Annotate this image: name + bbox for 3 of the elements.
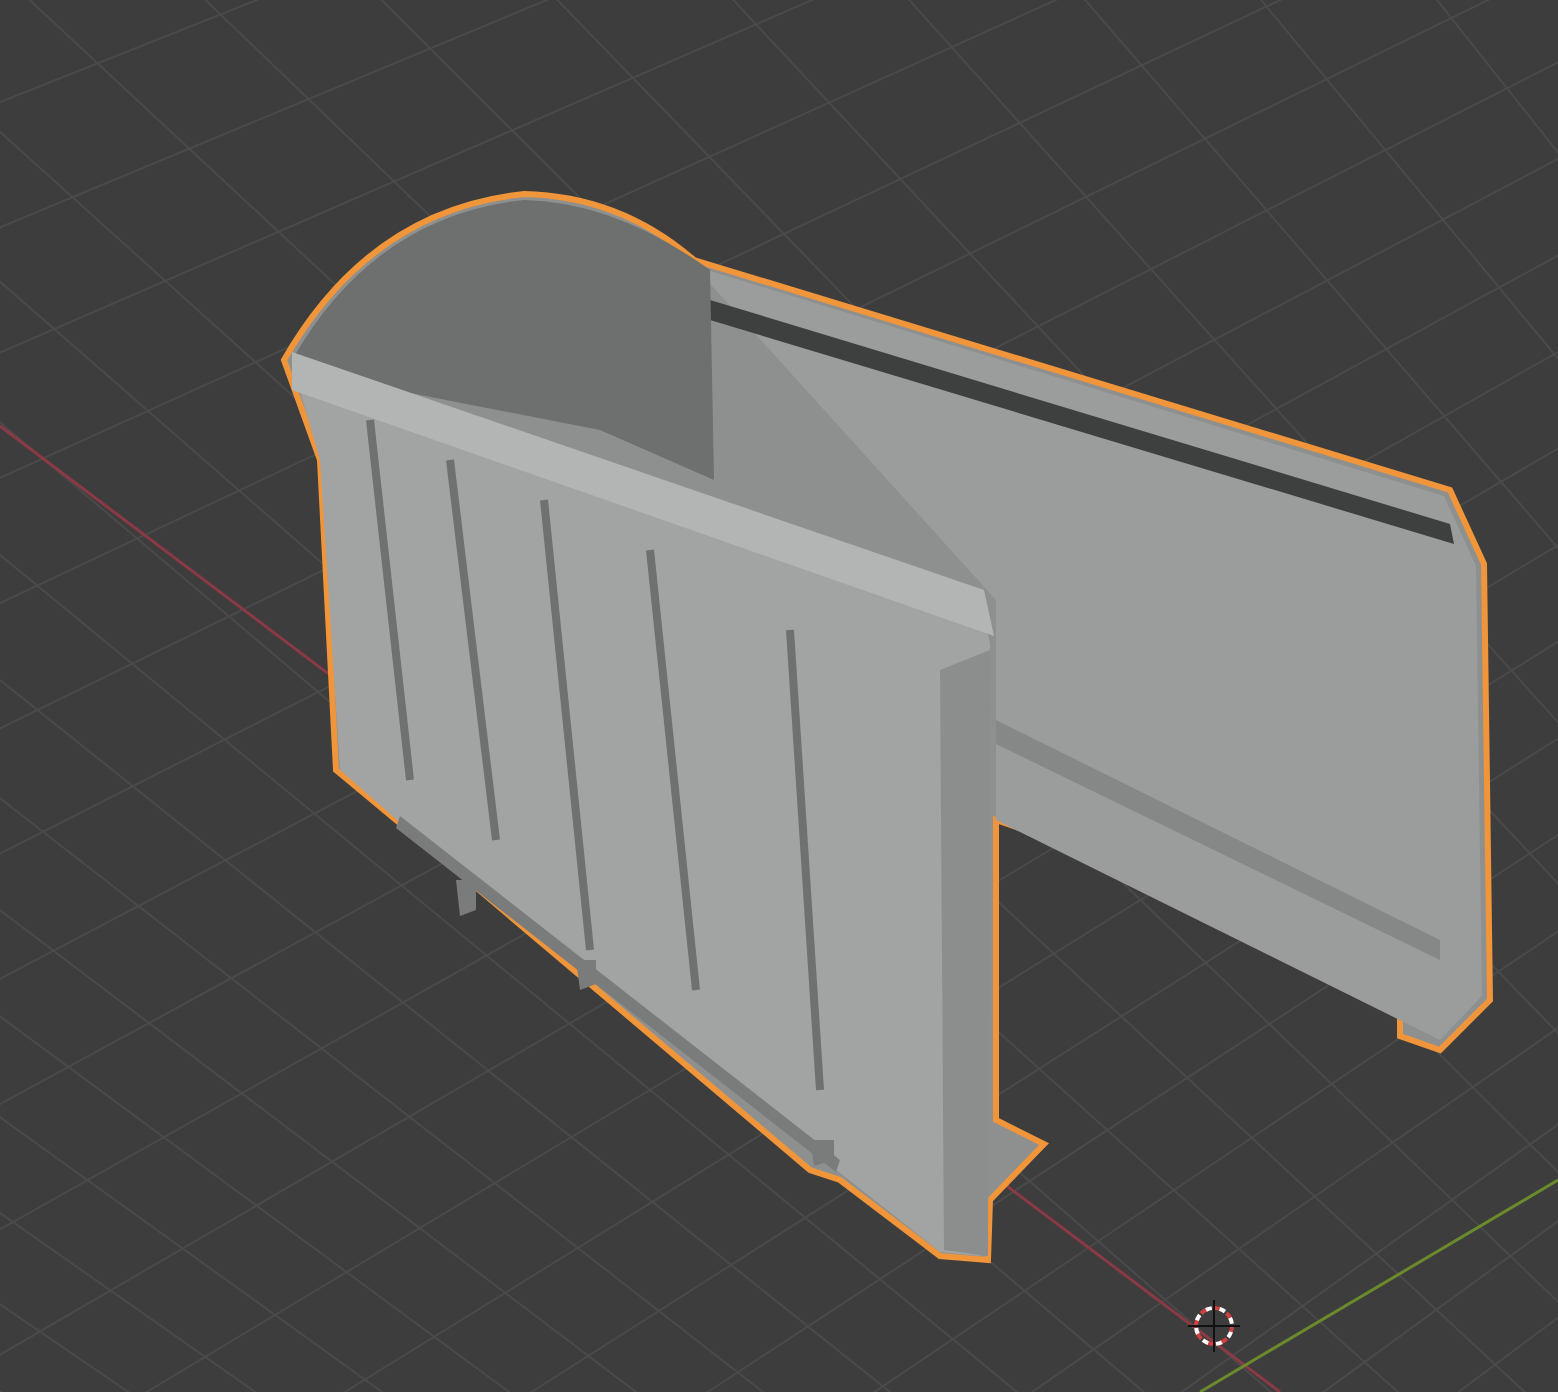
3d-cursor-icon[interactable] [1187,1299,1241,1353]
container-model-drawing[interactable] [281,191,1493,1263]
viewport-background[interactable] [0,0,1558,1392]
